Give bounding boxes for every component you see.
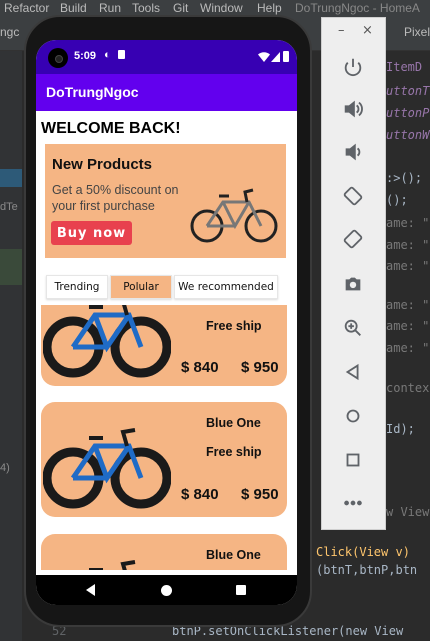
buy-now-button[interactable]: Buy now — [51, 221, 132, 245]
rotate-left-icon[interactable] — [338, 181, 368, 211]
product-card[interactable]: Blue One Free ship $ 840 $ 950 — [41, 402, 287, 517]
menu-build[interactable]: Build — [60, 1, 87, 15]
overview-icon[interactable] — [338, 445, 368, 475]
promo-banner: New Products Get a 50% discount on your … — [45, 144, 286, 258]
volume-up-icon[interactable] — [338, 94, 368, 124]
code-line: Click(View v) — [316, 545, 410, 559]
project-highlight — [0, 249, 22, 285]
menu-refactor[interactable]: Refactor — [4, 1, 49, 15]
ide-tab-file[interactable]: ngc — [0, 25, 19, 39]
code-line: (); — [386, 193, 408, 207]
tab-trending[interactable]: Trending — [46, 275, 108, 299]
product-image — [43, 428, 171, 509]
welcome-heading: WELCOME BACK! — [41, 120, 181, 137]
signal-icon — [271, 52, 280, 62]
ide-left-text-2: 4) — [0, 462, 10, 474]
home-icon[interactable] — [338, 401, 368, 431]
code-line: uttonW — [386, 128, 430, 142]
minimize-button[interactable]: – — [338, 23, 345, 38]
more-icon[interactable] — [338, 488, 368, 518]
code-line: ame: "BT — [386, 319, 430, 333]
code-line: contexts — [386, 381, 430, 395]
menu-run[interactable]: Run — [99, 1, 121, 15]
tab-we-recommended[interactable]: We recommended — [174, 275, 278, 299]
product-price-old: $ 840 — [181, 359, 219, 376]
code-line: ame: "BT — [386, 341, 430, 355]
code-line: ame: "BT — [386, 298, 430, 312]
navigation-bar — [36, 575, 297, 605]
product-name: Blue One — [206, 548, 261, 562]
status-time: 5:09 — [74, 50, 97, 62]
zoom-icon[interactable] — [338, 313, 368, 343]
product-price-new: $ 950 — [241, 486, 279, 503]
ide-tab-pixel[interactable]: Pixel — [404, 25, 430, 39]
product-image — [43, 305, 171, 378]
code-line: uttonP — [386, 106, 430, 120]
product-name: Blue One — [206, 416, 261, 430]
menu-git[interactable]: Git — [173, 1, 188, 15]
product-image — [89, 560, 136, 570]
battery-icon — [283, 51, 289, 62]
camera-cutout — [48, 48, 68, 68]
menu-help[interactable]: Help — [257, 1, 282, 15]
status-bar: 5:09 ◐ — [36, 40, 297, 74]
volume-down-icon[interactable] — [338, 137, 368, 167]
back-icon[interactable] — [338, 357, 368, 387]
project-selection — [0, 169, 22, 187]
phone-screen: 5:09 ◐ DoTrungNgoc WELCOME BACK! New Pro… — [36, 40, 297, 605]
product-price-old: $ 840 — [181, 486, 219, 503]
code-line: :>(); — [386, 171, 423, 185]
banner-subtitle: Get a 50% discount on your first purchas… — [52, 183, 179, 213]
product-shipping: Free ship — [206, 445, 262, 459]
app-bar: DoTrungNgoc — [36, 74, 297, 111]
product-shipping: Free ship — [206, 319, 262, 333]
window-title: DoTrungNgoc - HomeA — [295, 1, 420, 15]
notification-icon: ◐ — [104, 49, 111, 61]
product-list[interactable]: Free ship $ 840 $ 950 Blue One Free ship… — [36, 305, 297, 570]
ide-left-text-1: dTe — [0, 201, 18, 213]
code-line: ame: "BT — [386, 259, 430, 273]
emulator-panel: – × — [321, 17, 386, 530]
product-card[interactable]: Free ship $ 840 $ 950 — [41, 305, 287, 386]
menu-tools[interactable]: Tools — [132, 1, 160, 15]
nav-home-icon[interactable] — [161, 585, 172, 596]
code-line: w View — [386, 505, 430, 519]
product-price-new: $ 950 — [241, 359, 279, 376]
code-line: ame: "BT — [386, 216, 430, 230]
ide-project-strip: dTe 4) — [0, 51, 22, 641]
tab-popular[interactable]: Polular — [110, 275, 172, 299]
close-button[interactable]: × — [362, 23, 373, 38]
code-line: Id); — [386, 422, 415, 436]
code-line: uttonT — [386, 84, 430, 98]
category-tabs: Trending Polular We recommended — [46, 275, 278, 299]
sd-card-icon — [118, 50, 125, 59]
rotate-right-icon[interactable] — [338, 224, 368, 254]
power-icon[interactable] — [338, 52, 368, 82]
code-line: (btnT,btnP,btn — [316, 563, 418, 577]
bicycle-image — [190, 188, 278, 243]
code-line: ame: "BT — [386, 238, 430, 252]
camera-icon[interactable] — [338, 269, 368, 299]
app-title: DoTrungNgoc — [46, 84, 139, 100]
nav-recents-icon[interactable] — [236, 585, 246, 595]
product-card[interactable]: Blue One — [41, 534, 287, 570]
wifi-icon — [258, 52, 270, 62]
code-editor-bottom: Click(View v) (btnT,btnP,btn — [316, 545, 430, 595]
banner-title: New Products — [52, 156, 153, 173]
nav-back-icon[interactable] — [86, 584, 95, 596]
emulator-titlebar: – × — [322, 18, 385, 46]
code-tab-itemd[interactable]: ItemD — [386, 60, 422, 74]
menu-window[interactable]: Window — [200, 1, 243, 15]
